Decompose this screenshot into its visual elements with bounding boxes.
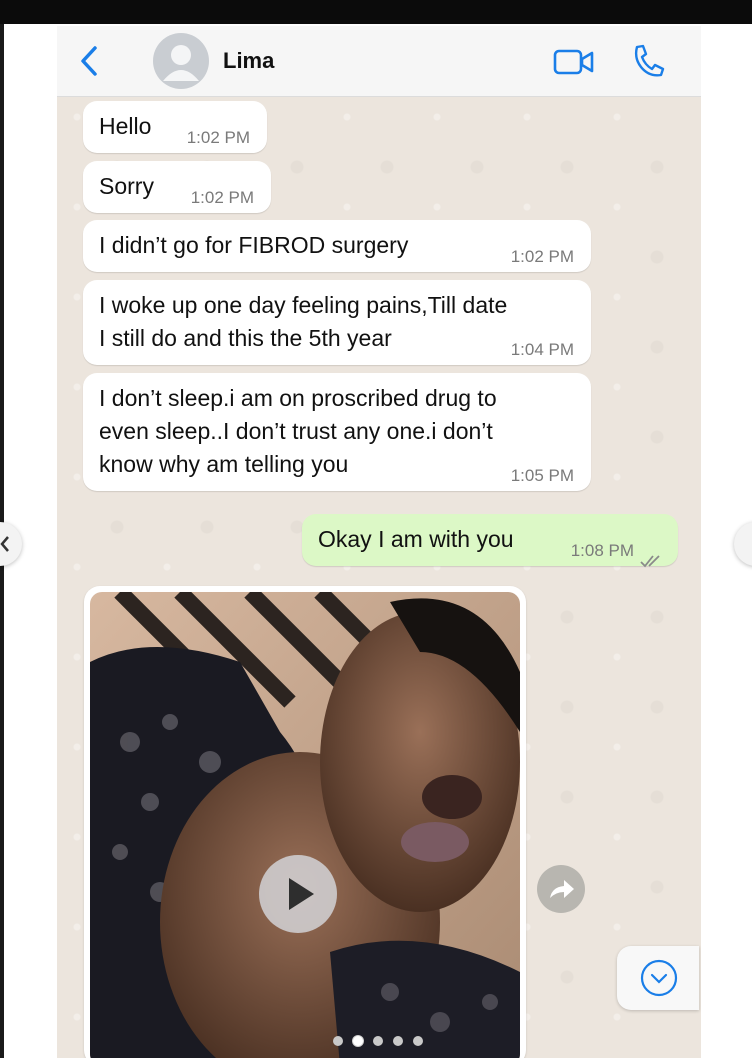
scroll-down-icon [640, 959, 678, 997]
top-black-bar [0, 0, 752, 24]
phone-icon[interactable] [631, 43, 665, 79]
message-bubble[interactable]: I don’t sleep.i am on proscribed drug to… [83, 373, 591, 491]
carousel-dot[interactable] [373, 1036, 383, 1046]
message-bubble[interactable]: I woke up one day feeling pains,Till dat… [83, 280, 591, 365]
avatar-placeholder-icon[interactable] [153, 33, 209, 89]
message-bubble[interactable]: Hello 1:02 PM [83, 101, 267, 153]
carousel-next-button[interactable] [734, 522, 752, 566]
video-thumbnail[interactable] [90, 592, 520, 1058]
carousel-dots [333, 1034, 423, 1048]
message-text: Okay I am with you [318, 526, 514, 552]
message-bubble[interactable]: Sorry 1:02 PM [83, 161, 271, 213]
message-text: I woke up one day feeling pains,Till dat… [99, 292, 508, 351]
carousel-dot[interactable] [333, 1036, 343, 1046]
forward-share-icon[interactable] [537, 865, 585, 913]
chevron-left-icon [0, 536, 9, 552]
carousel-dot[interactable] [393, 1036, 403, 1046]
message-list[interactable]: Hello 1:02 PM Sorry 1:02 PM I didn’t go … [57, 97, 701, 1058]
carousel-dot-active[interactable] [353, 1036, 363, 1046]
message-time: 1:04 PM [510, 340, 574, 359]
carousel-dot[interactable] [413, 1036, 423, 1046]
video-message[interactable] [84, 586, 526, 1058]
video-camera-icon[interactable] [553, 48, 595, 76]
chat-screen: Lima Hello 1:02 PM Sorry 1:02 PM I didn’… [57, 26, 701, 1058]
message-text: Sorry [99, 173, 154, 199]
message-time: 1:02 PM [186, 128, 250, 147]
double-check-icon [640, 544, 664, 568]
back-chevron-icon[interactable] [75, 44, 103, 78]
contact-name[interactable]: Lima [223, 48, 274, 74]
outgoing-message-bubble[interactable]: Okay I am with you 1:08 PM [302, 514, 678, 568]
play-icon[interactable] [258, 854, 338, 934]
message-time: 1:08 PM [570, 541, 634, 560]
message-text: I didn’t go for FIBROD surgery [99, 232, 409, 258]
message-text: I don’t sleep.i am on proscribed drug to… [99, 385, 497, 477]
message-time: 1:02 PM [510, 247, 574, 266]
message-bubble[interactable]: I didn’t go for FIBROD surgery 1:02 PM [83, 220, 591, 272]
message-time: 1:05 PM [510, 466, 574, 485]
message-text: Hello [99, 113, 152, 139]
chat-header: Lima [57, 26, 701, 97]
carousel-prev-button[interactable] [0, 522, 22, 566]
scroll-down-button[interactable] [617, 946, 699, 1010]
message-time: 1:02 PM [190, 188, 254, 207]
